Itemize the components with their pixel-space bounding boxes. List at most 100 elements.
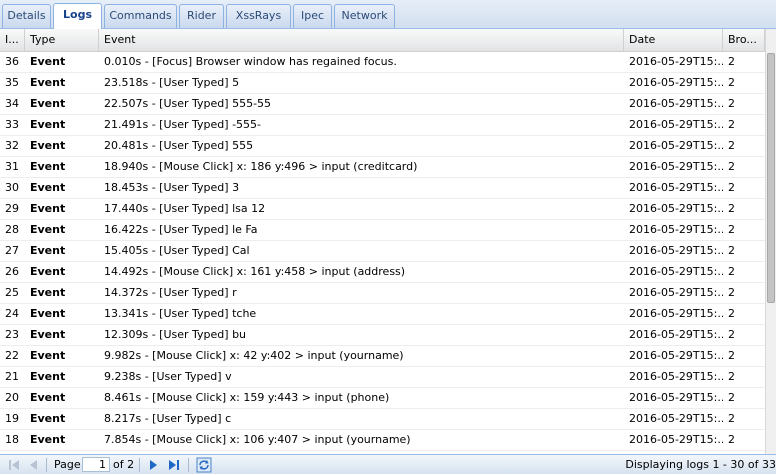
cell-type: Event	[30, 202, 66, 215]
cell-date: 2016-05-29T15:...	[629, 265, 723, 278]
cell-browser: 2	[728, 181, 735, 194]
scrollbar-thumb[interactable]	[767, 53, 775, 303]
table-row[interactable]: 31 Event 18.940s - [Mouse Click] x: 186 y:…	[0, 157, 765, 178]
cell-date: 2016-05-29T15:...	[629, 181, 723, 194]
table-row[interactable]: 34 Event 22.507s - [User Typed] 555-55 2016…	[0, 94, 765, 115]
cell-date: 2016-05-29T15:...	[629, 244, 723, 257]
table-row[interactable]: 26 Event 14.492s - [Mouse Click] x: 161 y:…	[0, 262, 765, 283]
logs-grid: I... Type Event Date Bro... 36 Event 0.010…	[0, 29, 776, 454]
paging-toolbar: Page of 2 Displaying logs 1 - 30 of 33	[0, 454, 776, 474]
column-header-date[interactable]: Date	[624, 29, 723, 51]
tab-xssrays[interactable]: XssRays	[226, 4, 291, 28]
cell-date: 2016-05-29T15:...	[629, 160, 723, 173]
column-header-browser[interactable]: Bro...	[723, 29, 765, 51]
cell-event: 8.217s - [User Typed] c	[104, 412, 232, 425]
cell-browser: 2	[728, 328, 735, 341]
table-row[interactable]: 19 Event 8.217s - [User Typed] c 2016-05-29…	[0, 409, 765, 430]
table-row[interactable]: 23 Event 12.309s - [User Typed] bu 2016-05-…	[0, 325, 765, 346]
cell-id: 20	[5, 391, 19, 404]
cell-event: 22.507s - [User Typed] 555-55	[104, 97, 272, 110]
tab-ipec[interactable]: Ipec	[293, 4, 332, 28]
tab-rider[interactable]: Rider	[179, 4, 224, 28]
previous-page-icon[interactable]	[26, 457, 42, 473]
cell-browser: 2	[728, 76, 735, 89]
first-page-icon[interactable]	[6, 457, 22, 473]
cell-browser: 2	[728, 370, 735, 383]
cell-event: 18.940s - [Mouse Click] x: 186 y:496 > i…	[104, 160, 418, 173]
cell-date: 2016-05-29T15:...	[629, 307, 723, 320]
table-row[interactable]: 33 Event 21.491s - [User Typed] -555- 2016-…	[0, 115, 765, 136]
cell-browser: 2	[728, 118, 735, 131]
table-row[interactable]: 35 Event 23.518s - [User Typed] 5 2016-05-2…	[0, 73, 765, 94]
cell-id: 18	[5, 433, 19, 446]
tab-bar: Details Logs Commands Rider XssRays Ipec…	[0, 0, 776, 29]
cell-event: 12.309s - [User Typed] bu	[104, 328, 247, 341]
cell-type: Event	[30, 97, 66, 110]
cell-id: 36	[5, 55, 19, 68]
table-row[interactable]: 22 Event 9.982s - [Mouse Click] x: 42 y:40…	[0, 346, 765, 367]
cell-id: 22	[5, 349, 19, 362]
cell-type: Event	[30, 286, 66, 299]
cell-date: 2016-05-29T15:...	[629, 370, 723, 383]
cell-id: 31	[5, 160, 19, 173]
table-row[interactable]: 18 Event 7.854s - [Mouse Click] x: 106 y:4…	[0, 430, 765, 451]
last-page-icon[interactable]	[166, 457, 182, 473]
table-row[interactable]: 29 Event 17.440s - [User Typed] lsa 12 2016…	[0, 199, 765, 220]
cell-event: 9.982s - [Mouse Click] x: 42 y:402 > inp…	[104, 349, 404, 362]
table-row[interactable]: 32 Event 20.481s - [User Typed] 555 2016-05…	[0, 136, 765, 157]
cell-browser: 2	[728, 412, 735, 425]
next-page-icon[interactable]	[145, 457, 161, 473]
table-row[interactable]: 21 Event 9.238s - [User Typed] v 2016-05-29…	[0, 367, 765, 388]
table-row[interactable]: 20 Event 8.461s - [Mouse Click] x: 159 y:4…	[0, 388, 765, 409]
cell-type: Event	[30, 391, 66, 404]
cell-id: 34	[5, 97, 19, 110]
cell-event: 14.492s - [Mouse Click] x: 161 y:458 > i…	[104, 265, 406, 278]
tab-network[interactable]: Network	[334, 4, 395, 28]
cell-event: 0.010s - [Focus] Browser window has rega…	[104, 55, 397, 68]
tab-commands[interactable]: Commands	[104, 4, 177, 28]
cell-browser: 2	[728, 202, 735, 215]
cell-event: 20.481s - [User Typed] 555	[104, 139, 254, 152]
table-row[interactable]: 24 Event 13.341s - [User Typed] tche 2016-0…	[0, 304, 765, 325]
cell-date: 2016-05-29T15:...	[629, 223, 723, 236]
cell-date: 2016-05-29T15:...	[629, 139, 723, 152]
column-header-id[interactable]: I...	[0, 29, 25, 51]
cell-browser: 2	[728, 160, 735, 173]
cell-event: 16.422s - [User Typed] le Fa	[104, 223, 258, 236]
cell-id: 30	[5, 181, 19, 194]
cell-type: Event	[30, 349, 66, 362]
tab-logs[interactable]: Logs	[53, 3, 102, 29]
cell-id: 29	[5, 202, 19, 215]
cell-browser: 2	[728, 223, 735, 236]
cell-id: 19	[5, 412, 19, 425]
cell-event: 14.372s - [User Typed] r	[104, 286, 237, 299]
cell-id: 32	[5, 139, 19, 152]
cell-type: Event	[30, 223, 66, 236]
cell-id: 25	[5, 286, 19, 299]
cell-browser: 2	[728, 55, 735, 68]
cell-type: Event	[30, 412, 66, 425]
table-row[interactable]: 36 Event 0.010s - [Focus] Browser window h…	[0, 52, 765, 73]
cell-browser: 2	[728, 433, 735, 446]
cell-date: 2016-05-29T15:...	[629, 286, 723, 299]
cell-date: 2016-05-29T15:...	[629, 349, 723, 362]
column-header-event[interactable]: Event	[99, 29, 624, 51]
cell-id: 26	[5, 265, 19, 278]
cell-browser: 2	[728, 265, 735, 278]
table-row[interactable]: 25 Event 14.372s - [User Typed] r 2016-05-2…	[0, 283, 765, 304]
table-row[interactable]: 30 Event 18.453s - [User Typed] 3 2016-05-2…	[0, 178, 765, 199]
table-row[interactable]: 28 Event 16.422s - [User Typed] le Fa 2016-…	[0, 220, 765, 241]
tab-details[interactable]: Details	[2, 4, 51, 28]
page-number-input[interactable]	[82, 457, 110, 472]
cell-date: 2016-05-29T15:...	[629, 412, 723, 425]
refresh-icon[interactable]	[196, 457, 212, 473]
cell-event: 21.491s - [User Typed] -555-	[104, 118, 262, 131]
cell-event: 17.440s - [User Typed] lsa 12	[104, 202, 266, 215]
paging-display-info: Displaying logs 1 - 30 of 33	[625, 458, 776, 471]
table-row[interactable]: 27 Event 15.405s - [User Typed] Cal 2016-05…	[0, 241, 765, 262]
cell-id: 21	[5, 370, 19, 383]
cell-event: 8.461s - [Mouse Click] x: 159 y:443 > in…	[104, 391, 390, 404]
column-header-type[interactable]: Type	[25, 29, 99, 51]
cell-id: 33	[5, 118, 19, 131]
vertical-scrollbar[interactable]	[765, 29, 776, 454]
